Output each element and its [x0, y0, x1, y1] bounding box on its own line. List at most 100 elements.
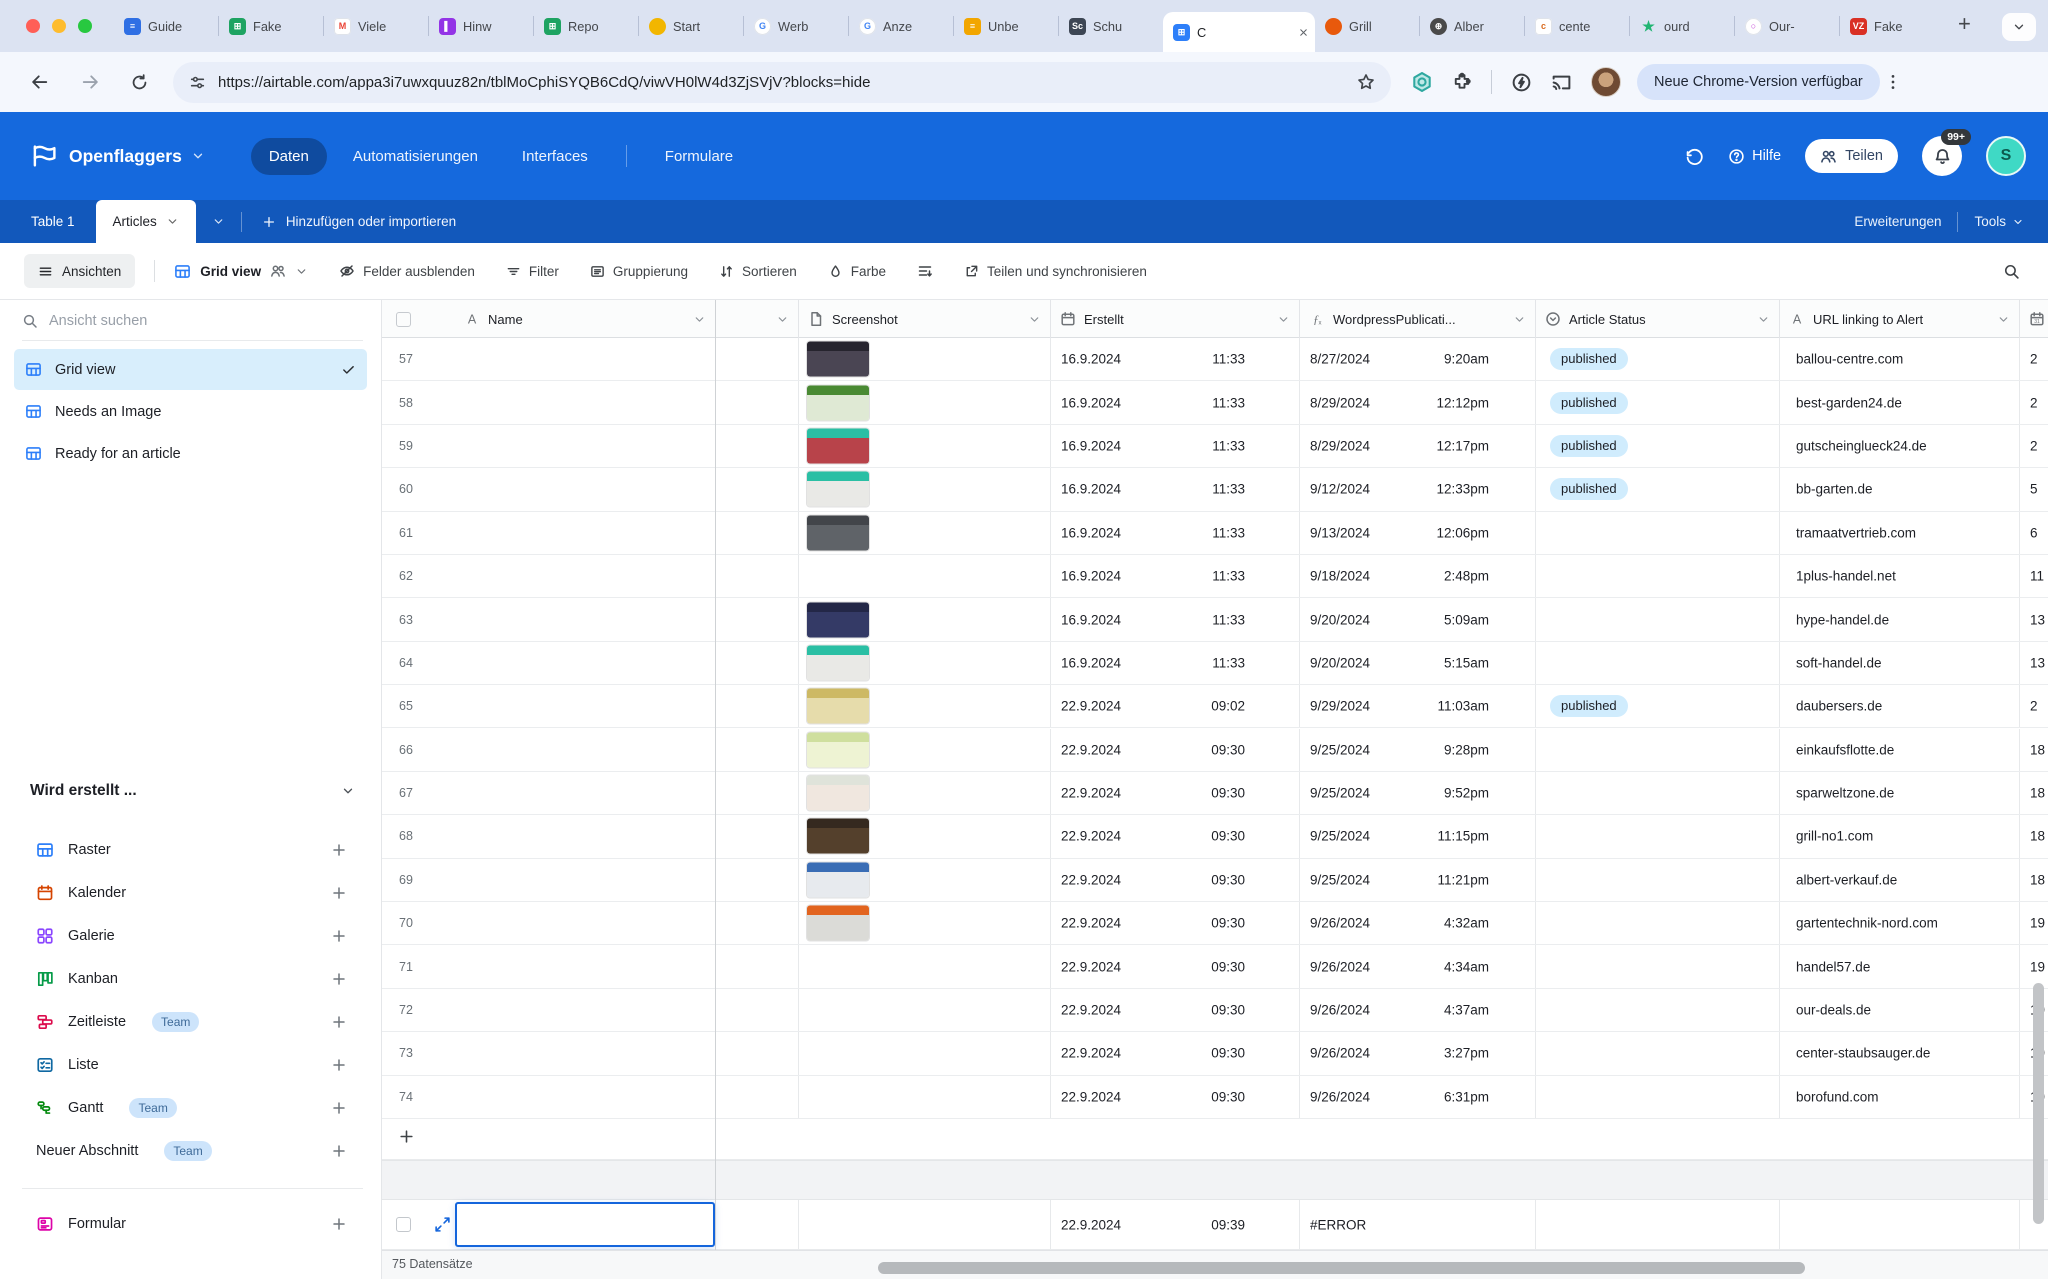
cell-article-status[interactable] [1536, 729, 1780, 771]
cell-screenshot[interactable] [799, 989, 1051, 1031]
row-number[interactable]: 62 [382, 555, 455, 597]
cell-hidden-field[interactable] [716, 381, 799, 423]
column-header-created[interactable]: Erstellt [1051, 300, 1300, 338]
extension-hexagon-icon[interactable] [1411, 71, 1433, 93]
workspace-title[interactable]: Openflaggers [69, 146, 182, 167]
cell-hidden-field[interactable] [716, 642, 799, 684]
tools-link[interactable]: Tools [1974, 214, 2024, 229]
cell-name[interactable] [455, 989, 716, 1031]
cell-article-status[interactable] [1536, 1076, 1780, 1118]
row-number[interactable]: 70 [382, 902, 455, 944]
create-view-neuer-abschnitt[interactable]: Neuer AbschnittTeam [0, 1129, 381, 1172]
screenshot-thumbnail[interactable] [807, 819, 869, 854]
share-button[interactable]: Teilen [1805, 139, 1898, 173]
back-button[interactable] [30, 72, 50, 92]
row-number[interactable]: 59 [382, 425, 455, 467]
url-text[interactable]: https://airtable.com/appa3i7uwxquuz82n/t… [218, 74, 1345, 91]
cell-url[interactable]: handel57.de [1780, 945, 2020, 987]
cell-name[interactable] [455, 338, 716, 380]
cell-article-status[interactable] [1536, 1200, 1780, 1249]
row-number[interactable]: 61 [382, 512, 455, 554]
cell-name[interactable] [455, 729, 716, 771]
create-view-zeitleiste[interactable]: ZeitleisteTeam [0, 1000, 381, 1043]
history-icon[interactable] [1685, 147, 1704, 166]
browser-tab[interactable]: ⊞Repo [534, 0, 638, 52]
cell-name[interactable] [455, 815, 716, 857]
screenshot-thumbnail[interactable] [807, 602, 869, 637]
cell-name[interactable] [455, 512, 716, 554]
column-chevron-icon[interactable] [1028, 313, 1041, 326]
cell-created[interactable]: 22.9.202409:30 [1051, 902, 1300, 944]
browser-menu-icon[interactable] [1884, 73, 1902, 91]
row-number[interactable]: 68 [382, 815, 455, 857]
group-button[interactable]: Gruppierung [590, 264, 688, 279]
cell-article-status[interactable]: published [1536, 338, 1780, 380]
cell-article-status[interactable] [1536, 555, 1780, 597]
table-list-chevron-button[interactable] [196, 200, 241, 243]
cell-screenshot[interactable] [799, 1200, 1051, 1249]
create-view-kanban[interactable]: Kanban [0, 957, 381, 1000]
create-view-raster[interactable]: Raster [0, 828, 381, 871]
reload-button[interactable] [130, 73, 149, 92]
table-tab-table-1[interactable]: Table 1 [14, 200, 92, 243]
add-view-plus-icon[interactable] [331, 1014, 347, 1030]
cell-article-status[interactable] [1536, 598, 1780, 640]
row-number[interactable]: 69 [382, 859, 455, 901]
cell-article-status[interactable]: published [1536, 468, 1780, 510]
cell-extra-date[interactable]: 11 [2020, 555, 2048, 597]
cell-hidden-field[interactable] [716, 468, 799, 510]
add-view-plus-icon[interactable] [331, 1216, 347, 1232]
create-view-formular[interactable]: Formular [0, 1202, 381, 1245]
cell-url[interactable]: grill-no1.com [1780, 815, 2020, 857]
cell-name[interactable] [455, 468, 716, 510]
cell-hidden-field[interactable] [716, 902, 799, 944]
cell-name[interactable] [455, 425, 716, 467]
help-link[interactable]: Hilfe [1728, 148, 1781, 165]
cell-url[interactable]: 1plus-handel.net [1780, 555, 2020, 597]
row-number[interactable]: 63 [382, 598, 455, 640]
cell-url[interactable]: tramaatvertrieb.com [1780, 512, 2020, 554]
cell-url[interactable]: albert-verkauf.de [1780, 859, 2020, 901]
cell-name[interactable] [455, 945, 716, 987]
cell-name[interactable] [455, 1076, 716, 1118]
add-view-plus-icon[interactable] [331, 971, 347, 987]
filter-button[interactable]: Filter [506, 264, 559, 279]
extensions-puzzle-icon[interactable] [1452, 72, 1472, 92]
cell-hidden-field[interactable] [716, 945, 799, 987]
cell-name[interactable] [455, 598, 716, 640]
cell-article-status[interactable]: published [1536, 685, 1780, 727]
cell-url[interactable]: soft-handel.de [1780, 642, 2020, 684]
row-number[interactable]: 64 [382, 642, 455, 684]
create-view-galerie[interactable]: Galerie [0, 914, 381, 957]
column-header-screenshot[interactable]: Screenshot [799, 300, 1051, 338]
row-number[interactable]: 66 [382, 729, 455, 771]
share-sync-button[interactable]: Teilen und synchronisieren [964, 264, 1147, 279]
cell-wordpress-publication[interactable]: 8/29/202412:17pm [1300, 425, 1536, 467]
cell-url[interactable]: einkaufsflotte.de [1780, 729, 2020, 771]
column-chevron-icon[interactable] [693, 313, 706, 326]
column-header-narrow[interactable] [716, 300, 799, 338]
row-number[interactable]: 60 [382, 468, 455, 510]
column-header-status[interactable]: Article Status [1536, 300, 1780, 338]
cell-url[interactable]: our-deals.de [1780, 989, 2020, 1031]
cell-screenshot[interactable] [799, 598, 1051, 640]
cell-hidden-field[interactable] [716, 1032, 799, 1074]
add-view-plus-icon[interactable] [331, 842, 347, 858]
cell-extra-date[interactable]: 2 [2020, 381, 2048, 423]
column-chevron-icon[interactable] [1997, 313, 2010, 326]
row-number[interactable]: 71 [382, 945, 455, 987]
cell-hidden-field[interactable] [716, 425, 799, 467]
screenshot-thumbnail[interactable] [807, 732, 869, 767]
close-tab-icon[interactable] [1298, 27, 1309, 38]
cell-url[interactable]: sparweltzone.de [1780, 772, 2020, 814]
column-chevron-icon[interactable] [776, 313, 789, 326]
row-height-button[interactable] [917, 263, 933, 279]
cell-extra-date[interactable]: 2 [2020, 685, 2048, 727]
cell-wordpress-publication[interactable]: 9/25/202411:21pm [1300, 859, 1536, 901]
cell-created[interactable]: 22.9.202409:30 [1051, 815, 1300, 857]
add-view-plus-icon[interactable] [331, 1143, 347, 1159]
select-all-checkbox[interactable] [396, 312, 411, 327]
browser-tab[interactable]: ○Our- [1735, 0, 1839, 52]
cell-extra-date[interactable]: 2 [2020, 338, 2048, 380]
add-view-plus-icon[interactable] [331, 1100, 347, 1116]
